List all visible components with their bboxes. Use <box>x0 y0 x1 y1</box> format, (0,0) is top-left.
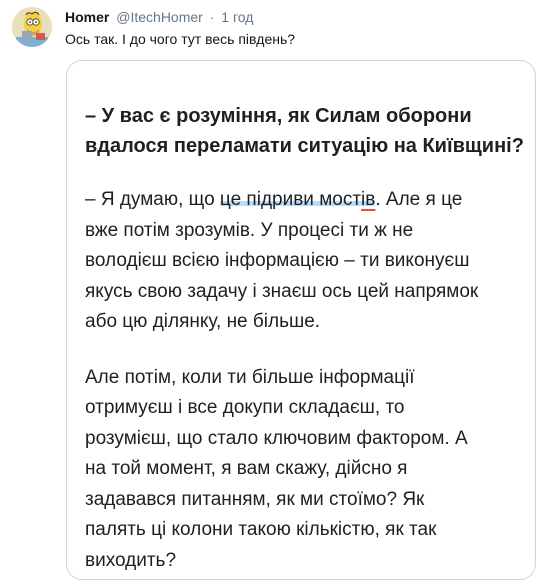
paragraph-line: виходить? <box>85 549 177 571</box>
tweet-timestamp[interactable]: 1 год <box>221 9 253 25</box>
question-line: – У вас є розуміння, як Силам оборони <box>85 105 472 127</box>
interview-answer: – Я думаю, що це підриви мостів. Але я ц… <box>85 185 535 338</box>
answer-line-end: . Але я це <box>375 189 463 210</box>
image-text-content: – У вас є розуміння, як Силам оборони вд… <box>85 101 535 576</box>
tweet: Homer @ItechHomer · 1 год Ось так. І до … <box>0 0 541 580</box>
tweet-text: Ось так. І до чого тут весь південь? <box>65 31 296 47</box>
author-handle[interactable]: @ItechHomer <box>116 9 203 25</box>
answer-line: якусь свою задачу і знаєш ось цей напрям… <box>85 280 479 302</box>
highlighted-text: це підриви мостів <box>219 189 376 210</box>
interview-question: – У вас є розуміння, як Силам оборони вд… <box>85 101 535 161</box>
tweet-header: Homer @ItechHomer · 1 год <box>65 8 253 26</box>
answer-line: володієш всією інформацією – ти виконуєш <box>85 250 470 271</box>
paragraph-line: розумієш, що стало ключовим фактором. А <box>85 427 468 449</box>
paragraph-line: палять ці колони такою кількістю, як так <box>85 519 437 540</box>
answer-line: вже потім зрозумів. У процесі ти ж не <box>85 219 414 241</box>
answer-line-start: – Я думаю, що <box>85 189 220 210</box>
homer-simpson-avatar-icon <box>12 7 52 47</box>
separator-dot: · <box>209 9 215 25</box>
avatar[interactable] <box>12 7 52 47</box>
paragraph-line: Але потім, коли ти більше інформації <box>85 366 415 388</box>
author-name[interactable]: Homer <box>65 9 109 25</box>
answer-line: або цю ділянку, не більше. <box>85 311 321 332</box>
attached-image-card[interactable]: – У вас є розуміння, як Силам оборони вд… <box>66 60 536 580</box>
answer-paragraph-2: Але потім, коли ти більше інформації отр… <box>85 363 535 577</box>
paragraph-line: на той момент, я вам скажу, дійсно я <box>85 458 408 479</box>
highlighted-phrase: це підриви мост <box>219 189 362 210</box>
paragraph-line: задавався питанням, як ми стоїмо? Як <box>85 488 425 510</box>
paragraph-line: отримуєш і все докупи складаєш, то <box>85 397 405 418</box>
question-line: вдалося переламати ситуацію на Київщині? <box>85 135 524 157</box>
underlined-ending: ів <box>361 189 376 210</box>
